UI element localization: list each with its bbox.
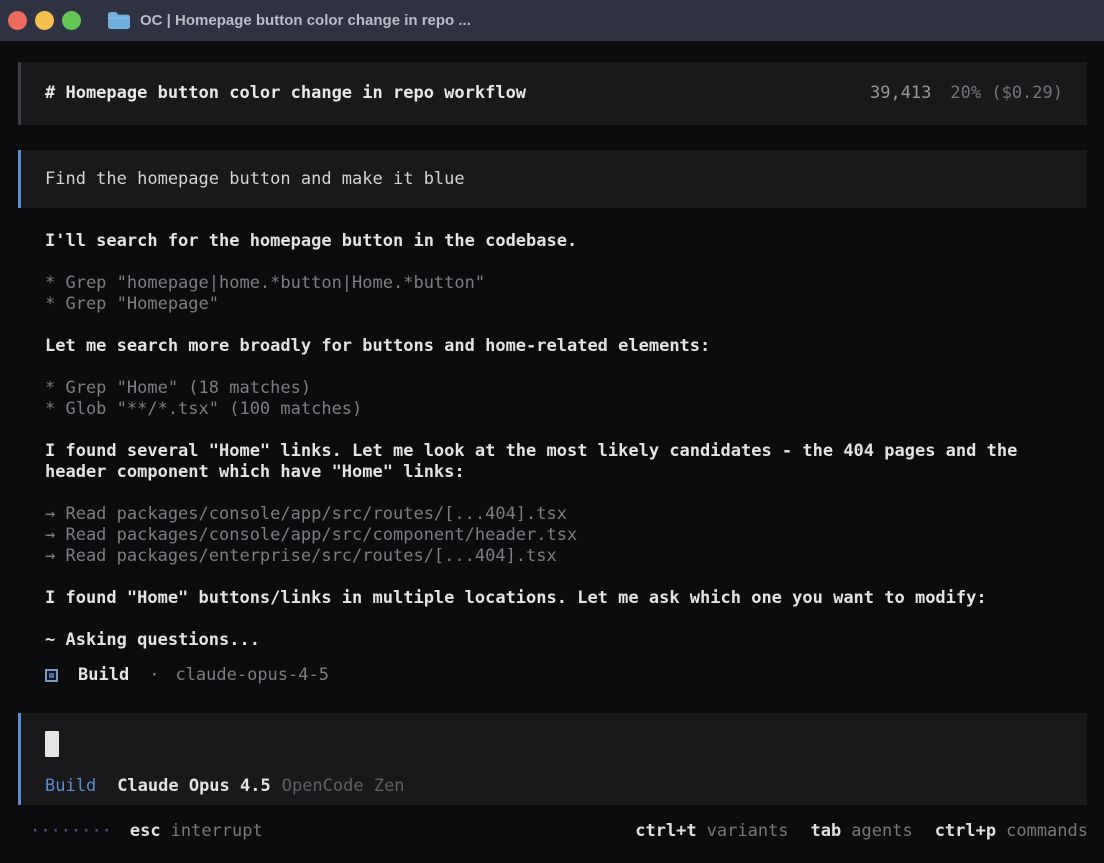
hint-variants: ctrl+t variants — [635, 821, 788, 842]
window-titlebar: OC | Homepage button color change in rep… — [0, 0, 1104, 41]
input-agent-label[interactable]: Build — [45, 776, 96, 797]
assistant-paragraph: I found "Home" buttons/links in multiple… — [45, 588, 1084, 609]
user-message: Find the homepage button and make it blu… — [18, 150, 1087, 208]
status-bar: ········ esc interrupt ctrl+t variants tab… — [30, 820, 1088, 842]
input-provider-label: OpenCode Zen — [282, 776, 405, 797]
hint-commands-label: commands — [1006, 821, 1088, 841]
conversation: I'll search for the homepage button in t… — [45, 231, 1084, 686]
assistant-text: I'll search for the homepage button in t… — [45, 231, 1084, 252]
tool-call-read: → Read packages/console/app/src/componen… — [45, 525, 1084, 546]
working-status: ~ Asking questions... — [45, 630, 1084, 651]
hint-commands-key: ctrl+p — [935, 821, 996, 841]
tool-call-glob: * Glob "**/*.tsx" (100 matches) — [45, 399, 1084, 420]
hint-variants-key: ctrl+t — [635, 821, 696, 841]
hint-interrupt-label: interrupt — [171, 821, 263, 841]
token-count: 39,413 — [870, 83, 931, 103]
tool-call-group: * Grep "homepage|home.*button|Home.*butt… — [45, 273, 1084, 315]
session-stats: 39,413 20% ($0.29) — [870, 83, 1063, 104]
session-header: # Homepage button color change in repo w… — [18, 62, 1087, 125]
user-message-text: Find the homepage button and make it blu… — [45, 169, 465, 190]
assistant-paragraph: I'll search for the homepage button in t… — [45, 231, 1084, 252]
assistant-text: header component which have "Home" links… — [45, 462, 1084, 483]
assistant-text: I found several "Home" links. Let me loo… — [45, 441, 1084, 462]
hint-interrupt-key: esc — [130, 821, 161, 841]
assistant-text: Let me search more broadly for buttons a… — [45, 336, 1084, 357]
folder-icon — [107, 11, 131, 30]
window-title: OC | Homepage button color change in rep… — [140, 10, 471, 31]
close-button[interactable] — [8, 11, 27, 30]
spinner-dots: ········ — [30, 821, 112, 842]
hint-agents: tab agents — [811, 821, 913, 842]
working-status-text: ~ Asking questions... — [45, 630, 1084, 651]
text-cursor — [45, 731, 59, 757]
tool-call-grep: * Grep "homepage|home.*button|Home.*butt… — [45, 273, 1084, 294]
hint-agents-label: agents — [851, 821, 912, 841]
tool-call-read: → Read packages/enterprise/src/routes/[.… — [45, 546, 1084, 567]
tool-call-grep: * Grep "Home" (18 matches) — [45, 378, 1084, 399]
prompt-input[interactable]: Build Claude Opus 4.5 OpenCode Zen — [18, 713, 1087, 805]
hint-interrupt: esc interrupt — [130, 821, 263, 842]
hint-variants-label: variants — [707, 821, 789, 841]
input-meta: Build Claude Opus 4.5 OpenCode Zen — [45, 776, 405, 797]
assistant-paragraph: Let me search more broadly for buttons a… — [45, 336, 1084, 357]
minimize-button[interactable] — [35, 11, 54, 30]
input-model-label[interactable]: Claude Opus 4.5 — [117, 776, 271, 797]
hint-agents-key: tab — [811, 821, 842, 841]
agent-build-icon — [45, 669, 58, 682]
tool-call-read: → Read packages/console/app/src/routes/[… — [45, 504, 1084, 525]
agent-model: claude-opus-4-5 — [175, 665, 329, 686]
tool-call-grep: * Grep "Homepage" — [45, 294, 1084, 315]
hint-commands: ctrl+p commands — [935, 821, 1088, 842]
traffic-lights — [0, 11, 81, 30]
tool-call-group: → Read packages/console/app/src/routes/[… — [45, 504, 1084, 567]
zoom-button[interactable] — [62, 11, 81, 30]
agent-status-row: Build · claude-opus-4-5 — [45, 665, 1084, 686]
agent-name: Build — [78, 665, 129, 686]
context-usage-cost: 20% ($0.29) — [950, 83, 1063, 103]
assistant-paragraph: I found several "Home" links. Let me loo… — [45, 441, 1084, 483]
tool-call-group: * Grep "Home" (18 matches) * Glob "**/*.… — [45, 378, 1084, 420]
session-title: # Homepage button color change in repo w… — [45, 83, 526, 104]
agent-separator: · — [149, 665, 159, 686]
assistant-text: I found "Home" buttons/links in multiple… — [45, 588, 1084, 609]
